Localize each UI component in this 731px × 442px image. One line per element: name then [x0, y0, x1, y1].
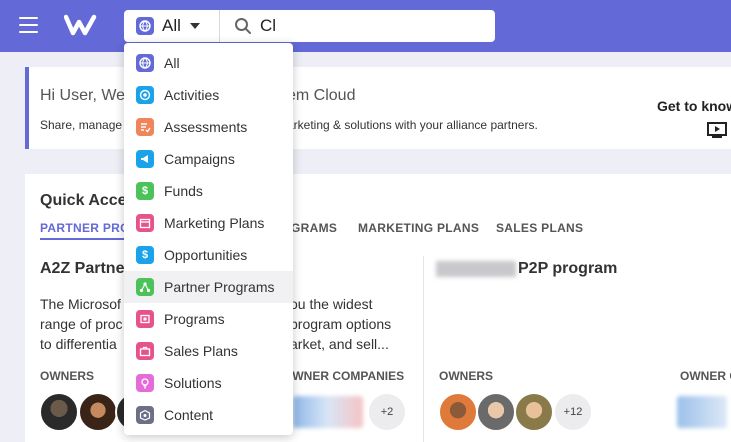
dropdown-item-label: Solutions	[164, 375, 222, 391]
dropdown-item-label: Programs	[164, 311, 225, 327]
tab-marketing-plans[interactable]: MARKETING PLANS	[358, 221, 479, 235]
redacted-text	[436, 260, 516, 277]
search-input[interactable]	[260, 10, 485, 42]
owners-label: OWNERS	[40, 369, 94, 383]
banner-title: Hi User, We	[40, 87, 126, 104]
avatar[interactable]	[78, 392, 118, 432]
banner-title-end: em Cloud	[287, 87, 356, 104]
tab-partner-programs[interactable]: PARTNER PRO	[40, 221, 130, 240]
description-line: The Microsof	[40, 296, 121, 312]
program-description: The Microsof range of proc to differenti…	[40, 294, 130, 354]
owner-companies-label: OWNER COMPANIES	[283, 369, 405, 383]
network-icon	[136, 278, 154, 296]
get-to-know-link[interactable]: Get to know	[657, 98, 731, 114]
description-line: to differentia	[40, 336, 117, 352]
dropdown-item-label: Campaigns	[164, 151, 235, 167]
program-title-container[interactable]: P2P program	[436, 260, 617, 278]
calendar-icon	[136, 214, 154, 232]
avatar[interactable]	[514, 392, 554, 432]
dropdown-item-assessments[interactable]: Assessments	[124, 111, 293, 143]
owner-companies-label: OWNER C	[680, 369, 731, 383]
avatar[interactable]	[476, 392, 516, 432]
megaphone-icon	[136, 150, 154, 168]
company-logo[interactable]	[677, 396, 727, 428]
briefcase-icon	[136, 342, 154, 360]
avatar[interactable]	[39, 392, 79, 432]
assessment-icon	[136, 118, 154, 136]
tab-programs[interactable]: GRAMS	[291, 221, 337, 235]
search-icon	[235, 18, 251, 34]
program-description-continued: ou the widest program options arket, and…	[290, 294, 420, 354]
program-icon	[136, 310, 154, 328]
tab-sales-plans[interactable]: SALES PLANS	[496, 221, 583, 235]
activity-icon	[136, 86, 154, 104]
lightbulb-icon	[136, 374, 154, 392]
search-scope-label: All	[162, 16, 181, 35]
description-line: range of proc	[40, 316, 123, 332]
banner-subtitle-end: arketing & solutions with your alliance …	[287, 118, 538, 132]
program-title: P2P program	[518, 260, 618, 277]
dropdown-item-opportunities[interactable]: $ Opportunities	[124, 239, 293, 271]
dropdown-item-content[interactable]: Content	[124, 399, 293, 431]
global-search-bar: All	[124, 10, 495, 42]
program-title[interactable]: A2Z Partne	[40, 260, 124, 278]
video-play-icon[interactable]	[707, 122, 727, 138]
search-scope-dropdown: All Activities Assessments Campaigns $ F…	[124, 43, 293, 435]
avatar[interactable]	[438, 392, 478, 432]
dollar-coin-icon: $	[136, 182, 154, 200]
dropdown-item-label: Content	[164, 407, 214, 423]
dropdown-item-all[interactable]: All	[124, 47, 293, 79]
banner-subtitle: Share, manage	[40, 118, 123, 132]
app-logo[interactable]	[64, 14, 98, 36]
dropdown-item-label: Activities	[164, 87, 220, 103]
company-logo[interactable]	[293, 396, 363, 428]
dropdown-item-label: Assessments	[164, 119, 248, 135]
content-box-icon	[136, 406, 154, 424]
quick-access-title: Quick Acce	[40, 192, 127, 209]
dropdown-item-funds[interactable]: $ Funds	[124, 175, 293, 207]
search-scope-select[interactable]: All	[124, 10, 220, 42]
dropdown-item-label: Partner Programs	[164, 279, 275, 295]
description-line: arket, and sell...	[290, 336, 389, 352]
dropdown-item-label: Opportunities	[164, 247, 248, 263]
hamburger-menu-icon[interactable]	[19, 17, 38, 33]
dropdown-item-label: Marketing Plans	[164, 215, 265, 231]
dropdown-item-campaigns[interactable]: Campaigns	[124, 143, 293, 175]
chevron-down-icon	[189, 23, 200, 29]
dollar-icon: $	[136, 246, 154, 264]
dropdown-item-label: Sales Plans	[164, 343, 238, 359]
dropdown-item-marketing-plans[interactable]: Marketing Plans	[124, 207, 293, 239]
globe-icon	[136, 54, 154, 72]
globe-icon	[136, 17, 154, 35]
dropdown-item-solutions[interactable]: Solutions	[124, 367, 293, 399]
dropdown-item-sales-plans[interactable]: Sales Plans	[124, 335, 293, 367]
description-line: program options	[290, 316, 392, 332]
description-line: ou the widest	[290, 296, 373, 312]
dropdown-item-partner-programs[interactable]: Partner Programs	[124, 271, 293, 303]
top-navigation-bar: All	[0, 0, 731, 52]
column-divider	[423, 256, 424, 442]
dropdown-item-label: Funds	[164, 183, 203, 199]
dropdown-item-label: All	[164, 55, 180, 71]
more-companies-badge[interactable]: +2	[369, 394, 405, 430]
more-owners-badge[interactable]: +12	[555, 394, 591, 430]
owners-label: OWNERS	[439, 369, 493, 383]
dropdown-item-programs[interactable]: Programs	[124, 303, 293, 335]
dropdown-item-activities[interactable]: Activities	[124, 79, 293, 111]
